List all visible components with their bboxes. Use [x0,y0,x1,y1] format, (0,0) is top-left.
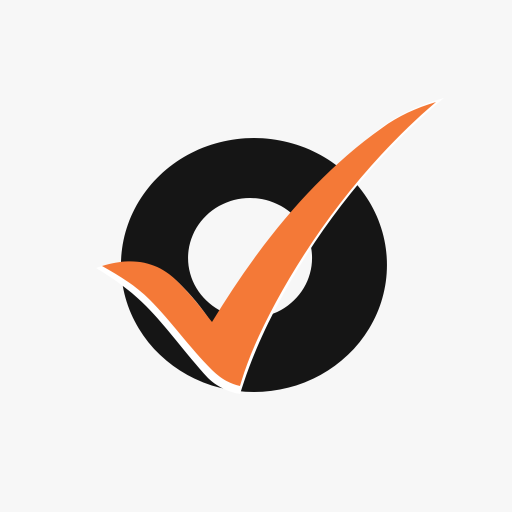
app-icon-canvas [0,0,512,512]
checkmark-ring-logo-icon [96,98,444,394]
